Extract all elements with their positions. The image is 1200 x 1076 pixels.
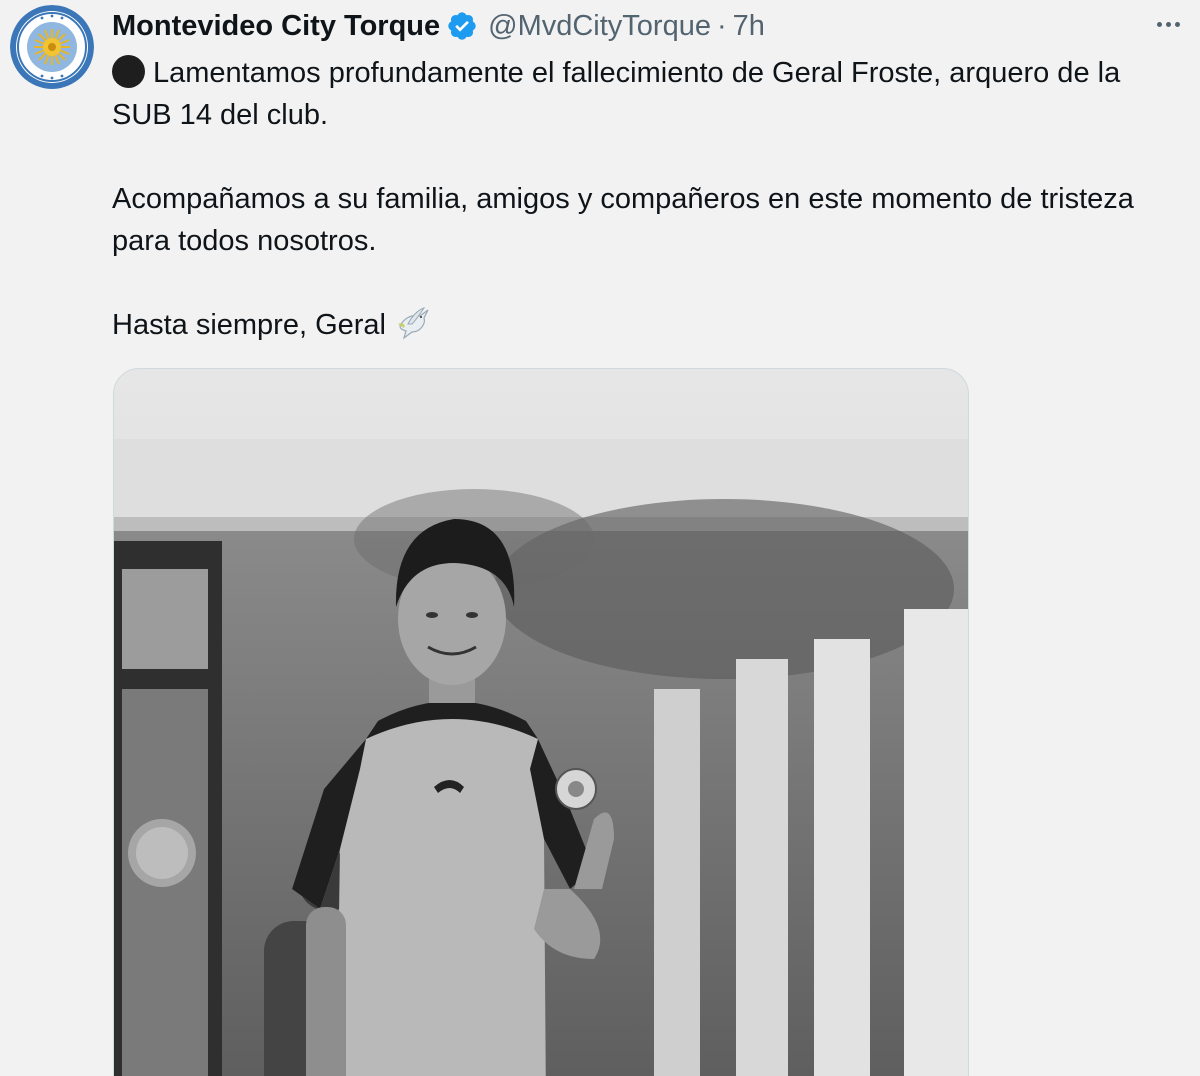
tweet[interactable]: Montevideo City Torque @MvdCityTorque · … <box>0 0 1200 1076</box>
separator-dot: · <box>716 9 727 42</box>
tweet-paragraph-2: Acompañamos a su familia, amigos y compa… <box>112 183 1134 257</box>
club-crest-icon <box>10 5 94 89</box>
black-circle-icon <box>112 55 145 88</box>
tweet-paragraph-3: Hasta siempre, Geral <box>112 304 1182 354</box>
tweet-photo[interactable] <box>113 368 969 1076</box>
avatar[interactable] <box>10 5 94 89</box>
dove-icon <box>394 304 432 354</box>
tweet-paragraph-1: Lamentamos profundamente el fallecimient… <box>112 52 1182 136</box>
more-options-icon[interactable] <box>1150 12 1186 36</box>
player-photo <box>114 369 968 1076</box>
timestamp[interactable]: 7h <box>733 10 765 43</box>
verified-badge-icon <box>446 10 478 42</box>
tweet-line-1: Lamentamos profundamente el fallecimient… <box>112 57 1121 131</box>
display-name[interactable]: Montevideo City Torque <box>112 10 440 43</box>
tweet-text: Lamentamos profundamente el fallecimient… <box>112 52 1182 354</box>
user-handle[interactable]: @MvdCityTorque <box>488 10 711 43</box>
tweet-line-3: Hasta siempre, Geral <box>112 309 386 341</box>
tweet-header: Montevideo City Torque @MvdCityTorque · … <box>112 4 765 48</box>
